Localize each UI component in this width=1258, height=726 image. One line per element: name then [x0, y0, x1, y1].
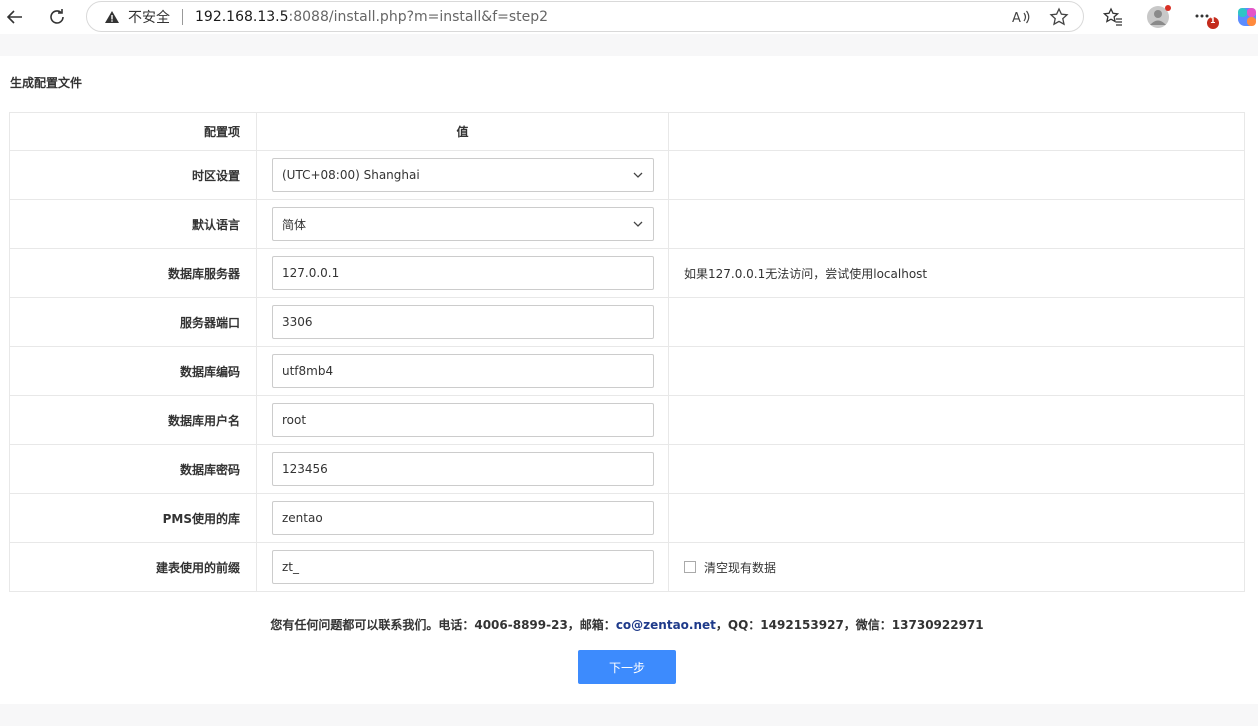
clear-data-option[interactable]: 清空现有数据	[684, 559, 1244, 576]
row-note	[668, 297, 1245, 347]
pms-db-input[interactable]: zentao	[272, 501, 654, 535]
row-label: 时区设置	[9, 150, 257, 200]
favorite-star-icon[interactable]	[1049, 7, 1069, 31]
row-label: PMS使用的库	[9, 493, 257, 543]
table-row-db-user: 数据库用户名 root	[9, 395, 1245, 445]
header-value: 值	[256, 112, 669, 151]
row-label: 数据库服务器	[9, 248, 257, 298]
language-select[interactable]: 简体	[272, 207, 654, 241]
header-note	[668, 112, 1245, 151]
svg-text:A: A	[1012, 11, 1021, 26]
notification-badge: 1	[1210, 16, 1216, 25]
row-note	[668, 150, 1245, 200]
db-port-input[interactable]: 3306	[272, 305, 654, 339]
timezone-select[interactable]: (UTC+08:00) Shanghai	[272, 158, 654, 192]
table-prefix-input[interactable]: zt_	[272, 550, 654, 584]
table-row-language: 默认语言 简体	[9, 199, 1245, 249]
read-aloud-icon[interactable]: A	[1011, 8, 1031, 30]
table-row-db-port: 服务器端口 3306	[9, 297, 1245, 347]
address-bar[interactable]: 不安全 192.168.13.5:8088/install.php?m=inst…	[86, 1, 1084, 32]
favorites-list-icon[interactable]	[1101, 4, 1125, 30]
address-separator	[182, 8, 183, 25]
db-password-input[interactable]: 123456	[272, 452, 654, 486]
db-user-value: root	[282, 413, 307, 427]
config-table: 配置项 值 时区设置 (UTC+08:00) Shanghai 默认语言 简体	[9, 112, 1245, 592]
table-row-db-password: 数据库密码 123456	[9, 444, 1245, 494]
back-icon[interactable]	[2, 5, 28, 29]
row-label: 默认语言	[9, 199, 257, 249]
contact-info: 您有任何问题都可以联系我们。电话：4006-8899-23，邮箱：co@zent…	[0, 616, 1254, 633]
db-encoding-input[interactable]: utf8mb4	[272, 354, 654, 388]
contact-suffix: ，QQ：1492153927，微信：13730922971	[715, 618, 984, 632]
pms-db-value: zentao	[282, 511, 323, 525]
row-note	[668, 444, 1245, 494]
row-label: 建表使用的前缀	[9, 542, 257, 592]
contact-prefix: 您有任何问题都可以联系我们。电话：4006-8899-23，邮箱：	[270, 618, 616, 632]
row-note	[668, 346, 1245, 396]
db-host-input[interactable]: 127.0.0.1	[272, 256, 654, 290]
browser-toolbar: 不安全 192.168.13.5:8088/install.php?m=inst…	[0, 0, 1258, 34]
timezone-value: (UTC+08:00) Shanghai	[282, 168, 420, 182]
row-label: 数据库用户名	[9, 395, 257, 445]
row-note	[668, 395, 1245, 445]
row-note	[668, 493, 1245, 543]
insecure-label[interactable]: 不安全	[128, 7, 170, 27]
more-menu-icon[interactable]: 1	[1194, 4, 1222, 30]
language-value: 简体	[282, 217, 307, 232]
clear-data-label: 清空现有数据	[704, 560, 777, 575]
url-path: :8088/install.php?m=install&f=step2	[288, 8, 549, 25]
contact-email-link[interactable]: co@zentao.net	[616, 618, 716, 632]
row-note	[668, 199, 1245, 249]
refresh-icon[interactable]	[44, 5, 70, 29]
table-prefix-value: zt_	[282, 560, 300, 574]
row-label: 数据库编码	[9, 346, 257, 396]
db-user-input[interactable]: root	[272, 403, 654, 437]
db-host-value: 127.0.0.1	[282, 266, 340, 280]
table-row-table-prefix: 建表使用的前缀 zt_ 清空现有数据	[9, 542, 1245, 592]
chevron-down-icon	[633, 221, 643, 227]
copilot-icon[interactable]	[1236, 4, 1258, 30]
chevron-down-icon	[633, 172, 643, 178]
header-config-item: 配置项	[9, 112, 257, 151]
row-label: 数据库密码	[9, 444, 257, 494]
profile-avatar-icon[interactable]	[1146, 4, 1172, 30]
table-row-pms-db: PMS使用的库 zentao	[9, 493, 1245, 543]
db-password-value: 123456	[282, 462, 328, 476]
install-page: 生成配置文件 配置项 值 时区设置 (UTC+08:00) Shanghai 默…	[0, 56, 1258, 704]
clear-data-checkbox[interactable]	[684, 561, 696, 573]
db-encoding-value: utf8mb4	[282, 364, 334, 378]
url-host: 192.168.13.5	[195, 8, 289, 25]
next-step-button[interactable]: 下一步	[578, 650, 676, 684]
db-host-hint: 如果127.0.0.1无法访问，尝试使用localhost	[668, 248, 1245, 298]
table-row-db-host: 数据库服务器 127.0.0.1 如果127.0.0.1无法访问，尝试使用loc…	[9, 248, 1245, 298]
section-title: 生成配置文件	[10, 76, 83, 90]
table-row-db-encoding: 数据库编码 utf8mb4	[9, 346, 1245, 396]
warning-icon[interactable]	[104, 9, 120, 25]
db-port-value: 3306	[282, 315, 313, 329]
table-header-row: 配置项 值	[9, 112, 1245, 151]
table-row-timezone: 时区设置 (UTC+08:00) Shanghai	[9, 150, 1245, 200]
row-label: 服务器端口	[9, 297, 257, 347]
